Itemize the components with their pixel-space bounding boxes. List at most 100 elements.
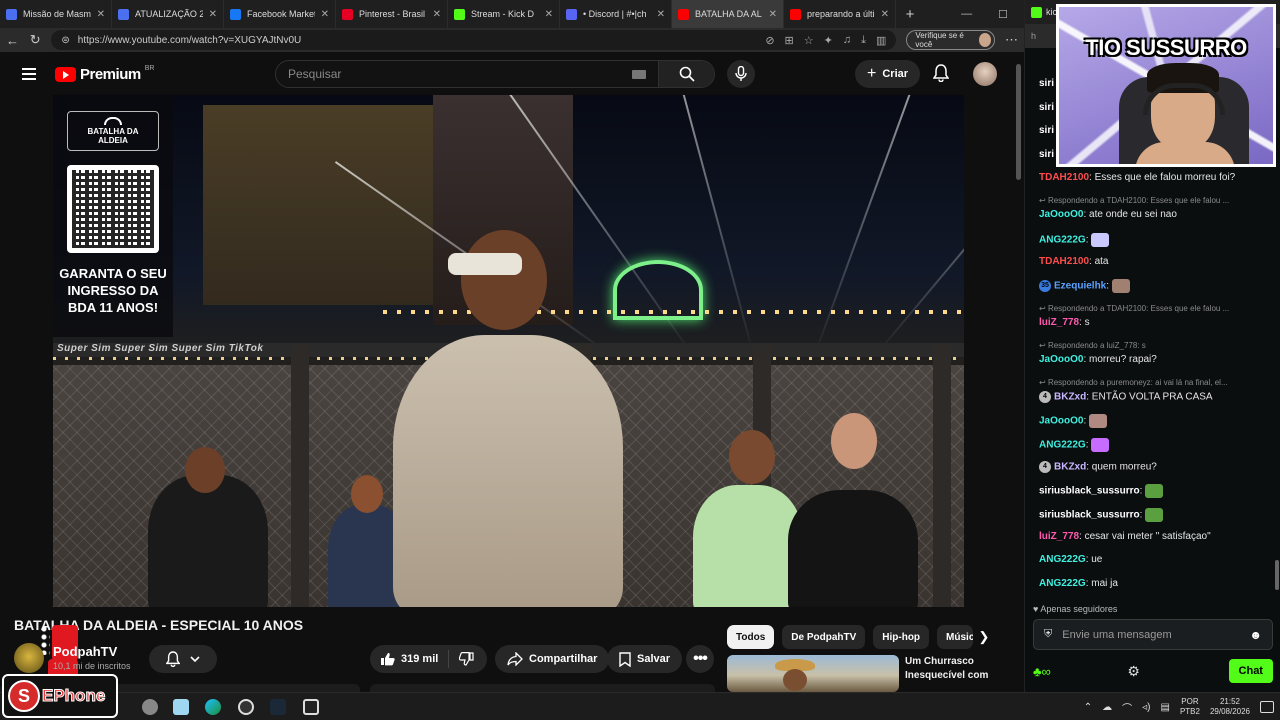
new-tab-button[interactable]: + bbox=[896, 6, 924, 23]
browser-tab[interactable]: Pinterest - Brasil ✕ bbox=[336, 0, 448, 28]
download-icon[interactable]: ⤓ bbox=[861, 34, 866, 47]
volume-icon[interactable]: ◃) bbox=[1142, 702, 1150, 713]
keyboard-icon[interactable] bbox=[632, 69, 646, 79]
browser-tab[interactable]: BATALHA DA AL ✕ bbox=[672, 0, 784, 28]
chat-username[interactable]: luiZ_778 bbox=[1039, 317, 1079, 328]
chat-username[interactable]: siri bbox=[1039, 102, 1054, 113]
chat-scrollbar[interactable] bbox=[1275, 560, 1279, 590]
chat-username[interactable]: Ezequielhk bbox=[1054, 281, 1106, 292]
chat-username[interactable]: JaOooO0 bbox=[1039, 354, 1083, 365]
site-info-icon[interactable]: ⊜ bbox=[61, 35, 69, 46]
save-button[interactable]: Salvar bbox=[607, 645, 683, 673]
reload-icon[interactable]: ↻ bbox=[29, 32, 41, 48]
filter-chip[interactable]: De PodpahTV bbox=[782, 625, 866, 649]
chat-username[interactable]: siriusblack_sussurro bbox=[1039, 486, 1140, 497]
chat-send-button[interactable]: Chat bbox=[1228, 659, 1273, 683]
browser-tab[interactable]: Missão de Masmorr ✕ bbox=[0, 0, 112, 28]
language-indicator[interactable]: POR PTB2 bbox=[1180, 697, 1200, 717]
edge-browser-icon[interactable] bbox=[205, 699, 221, 715]
chat-username[interactable]: JaOooO0 bbox=[1039, 416, 1083, 427]
app-icon[interactable] bbox=[238, 699, 254, 715]
youtube-logo[interactable]: Premium BR bbox=[55, 65, 154, 83]
dislike-button[interactable] bbox=[449, 652, 484, 666]
chat-username[interactable]: ANG222G bbox=[1039, 439, 1086, 450]
search-button[interactable] bbox=[658, 61, 714, 87]
app-icon[interactable] bbox=[173, 699, 189, 715]
chat-username[interactable]: ANG222G bbox=[1039, 234, 1086, 245]
minimize-icon[interactable]: — bbox=[961, 8, 972, 21]
filter-chip[interactable]: Todos bbox=[727, 625, 775, 649]
url-bar[interactable]: ⊜ https://www.youtube.com/watch?v=XUGYAJ… bbox=[51, 30, 897, 50]
chat-text: ue bbox=[1091, 554, 1103, 566]
tray-app-icon[interactable]: ☁ bbox=[1102, 702, 1112, 713]
close-icon[interactable]: ✕ bbox=[209, 9, 217, 20]
subscription-button[interactable] bbox=[149, 645, 217, 673]
browser-tab[interactable]: Facebook Marketplac ✕ bbox=[224, 0, 336, 28]
maximize-icon[interactable]: ☐ bbox=[998, 8, 1008, 21]
tray-chevron-icon[interactable]: ⌃ bbox=[1084, 702, 1092, 713]
recommended-thumbnail[interactable] bbox=[727, 655, 899, 692]
chat-username[interactable]: TDAH2100 bbox=[1039, 256, 1089, 267]
clock[interactable]: 21:52 29/08/2026 bbox=[1210, 697, 1250, 717]
like-button[interactable]: 319 mil bbox=[370, 650, 450, 668]
gear-icon[interactable]: ⚙ bbox=[1127, 663, 1140, 680]
channel-avatar[interactable] bbox=[14, 643, 44, 673]
browser-tab[interactable]: preparando a última ✕ bbox=[784, 0, 896, 28]
recommended-title[interactable]: Um Churrasco Inesquecível com bbox=[905, 655, 1015, 683]
chat-username[interactable]: siriusblack_sussurro bbox=[1039, 509, 1140, 520]
channel-name[interactable]: PodpahTV bbox=[53, 644, 117, 659]
more-actions-button[interactable]: ••• bbox=[686, 645, 714, 673]
app-icon[interactable] bbox=[142, 699, 158, 715]
chat-username[interactable]: ANG222G bbox=[1039, 578, 1086, 589]
chat-input[interactable] bbox=[1062, 628, 1240, 641]
menu-icon[interactable] bbox=[22, 68, 36, 80]
browser-tab[interactable]: Stream - Kick D ✕ bbox=[448, 0, 560, 28]
share-button[interactable]: Compartilhar bbox=[495, 645, 610, 673]
install-app-icon[interactable]: ⊞ bbox=[785, 34, 794, 47]
chat-username[interactable]: ANG222G bbox=[1039, 554, 1086, 565]
steam-icon[interactable] bbox=[270, 699, 286, 715]
verify-profile-button[interactable]: Verifique se é você bbox=[906, 30, 995, 50]
back-icon[interactable]: ← bbox=[6, 33, 19, 48]
chat-username[interactable]: BKZxd bbox=[1054, 392, 1086, 403]
chat-message: ANG222G: bbox=[1039, 232, 1110, 247]
close-icon[interactable]: ✕ bbox=[769, 9, 777, 20]
chevron-right-icon[interactable]: ❯ bbox=[972, 625, 996, 649]
chat-username[interactable]: BKZxd bbox=[1054, 462, 1086, 473]
hide-icon[interactable]: ⊘ bbox=[765, 34, 774, 47]
app-icon[interactable] bbox=[303, 699, 319, 715]
browser-tab[interactable]: • Discord | #•|ch ✕ bbox=[560, 0, 672, 28]
chat-username[interactable]: luiZ_778 bbox=[1039, 531, 1079, 542]
create-button[interactable]: + Criar bbox=[855, 60, 921, 88]
close-icon[interactable]: ✕ bbox=[97, 9, 105, 20]
tray-app-icon[interactable]: ▤ bbox=[1160, 702, 1169, 713]
close-icon[interactable]: ✕ bbox=[433, 9, 441, 20]
close-icon[interactable]: ✕ bbox=[657, 9, 665, 20]
browser-tab[interactable]: ATUALIZAÇÃO 2.0 | ✕ bbox=[112, 0, 224, 28]
video-player[interactable]: Super Sim Super Sim Super Sim TikTok BAT… bbox=[53, 95, 964, 607]
chat-username[interactable]: siri bbox=[1039, 149, 1054, 160]
split-view-icon[interactable]: ▥ bbox=[876, 34, 886, 47]
close-icon[interactable]: ✕ bbox=[545, 9, 553, 20]
account-avatar[interactable] bbox=[973, 62, 997, 86]
chat-username[interactable]: TDAH2100 bbox=[1039, 172, 1089, 183]
filter-chip[interactable]: Hip-hop bbox=[873, 625, 930, 649]
close-icon[interactable]: ✕ bbox=[881, 9, 889, 20]
network-icon[interactable]: ⌒ bbox=[1122, 700, 1132, 715]
search-input[interactable] bbox=[288, 67, 632, 81]
chat-username[interactable]: JaOooO0 bbox=[1039, 209, 1083, 220]
media-control-icon[interactable]: ♫ bbox=[843, 34, 851, 47]
notifications-icon[interactable] bbox=[1260, 701, 1274, 713]
chat-username[interactable]: siri bbox=[1039, 78, 1054, 89]
close-icon[interactable]: ✕ bbox=[321, 9, 329, 20]
browser-menu-icon[interactable]: ⋯ bbox=[1005, 32, 1018, 48]
points-icon[interactable]: ♣∞ bbox=[1033, 664, 1051, 679]
page-scrollbar[interactable] bbox=[1014, 52, 1024, 692]
bookmark-star-icon[interactable]: ☆ bbox=[804, 34, 814, 47]
extensions-icon[interactable]: ✦ bbox=[824, 34, 833, 47]
emoji-icon[interactable]: ☻ bbox=[1249, 628, 1262, 642]
voice-search-button[interactable] bbox=[727, 60, 755, 88]
notifications-button[interactable] bbox=[932, 64, 950, 87]
chat-username[interactable]: siri bbox=[1039, 125, 1054, 136]
filter-chip[interactable]: Músic bbox=[937, 625, 974, 649]
